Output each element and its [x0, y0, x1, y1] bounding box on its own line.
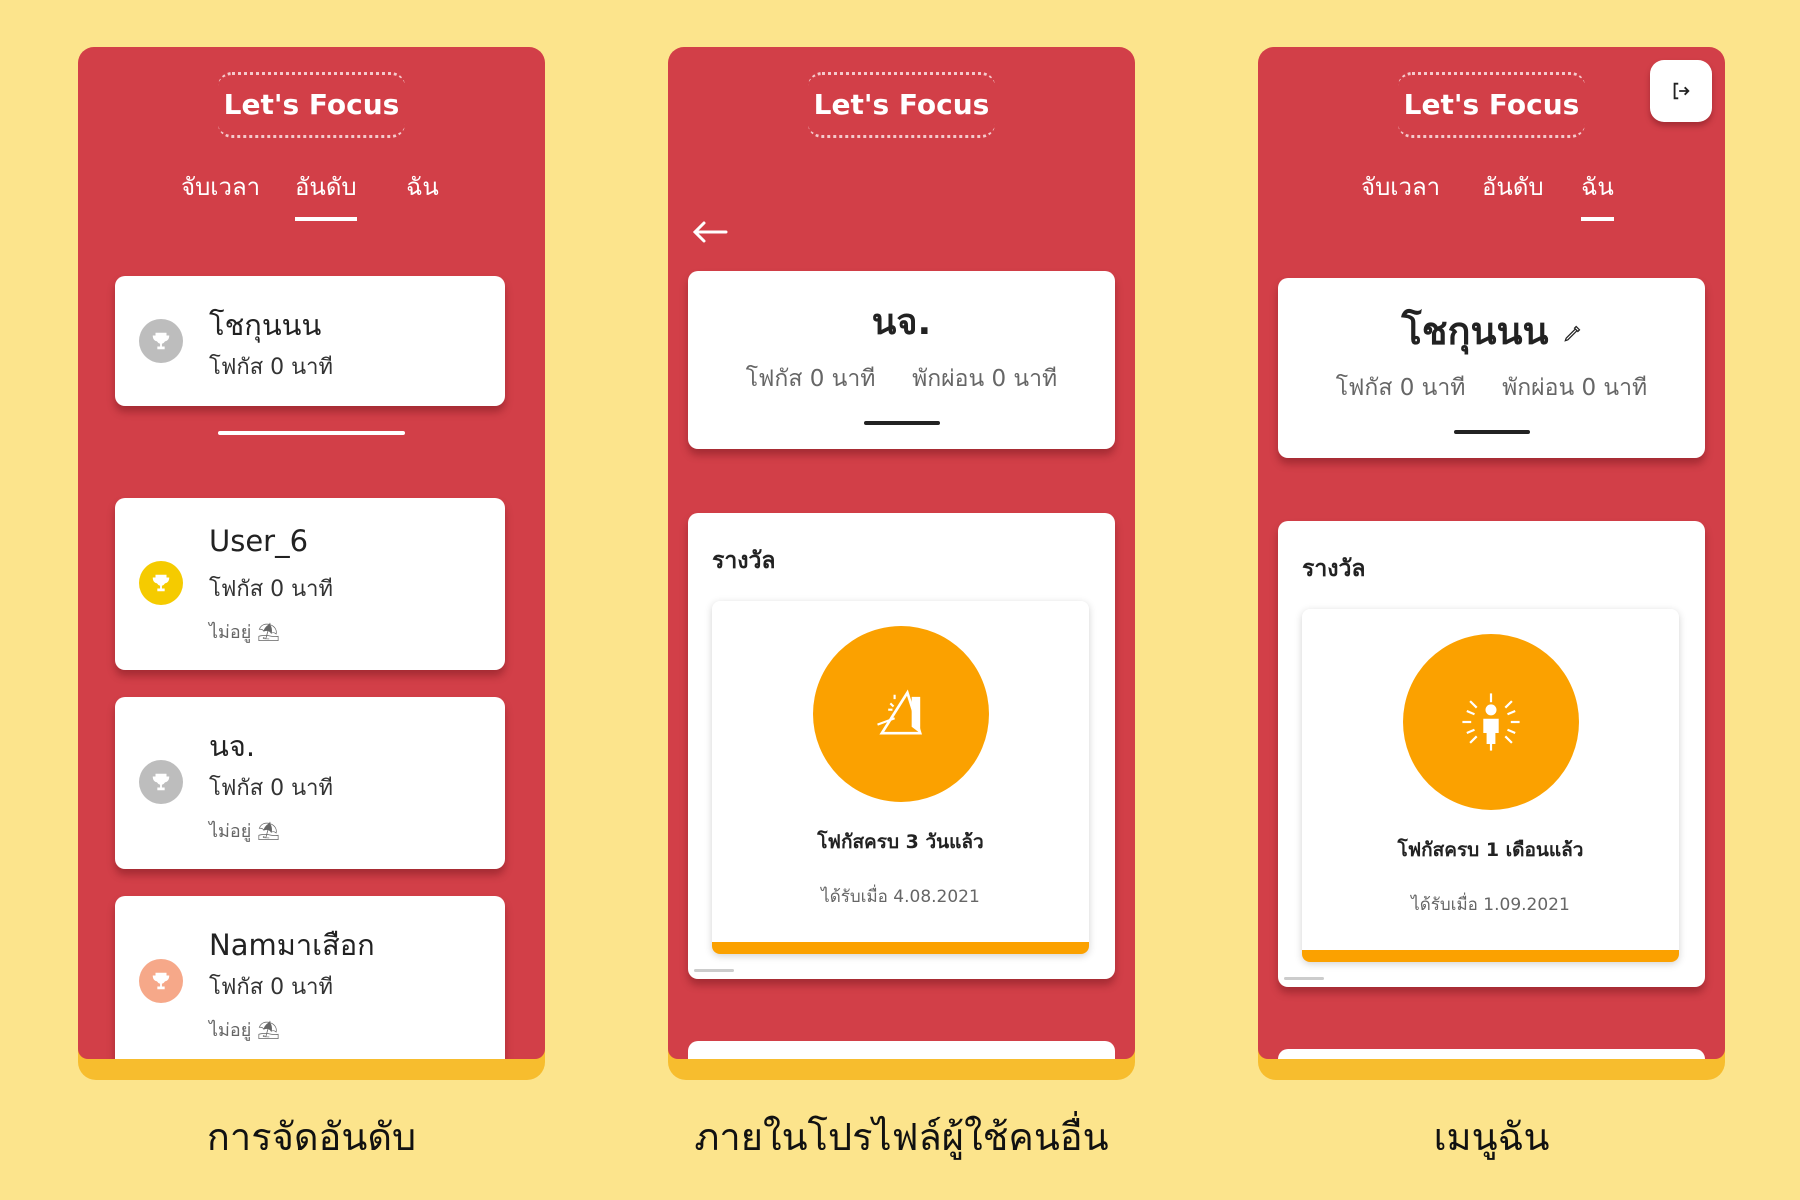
profile-rest: พักผ่อน 0 นาที	[912, 366, 1058, 392]
phone-me: Let's Focus จับเวลา อันดับ ฉัน โชกุนนน โ…	[1258, 47, 1725, 1080]
app-screen: Let's Focus จับเวลา อันดับ ฉัน โชกุนนน โ…	[78, 47, 545, 1059]
profile-name: โชกุนนน	[1401, 309, 1549, 353]
app-logo: Let's Focus	[808, 72, 995, 138]
next-card	[1278, 1049, 1705, 1059]
user-status: ไม่อยู่ ⛱	[209, 821, 280, 842]
badge-strip	[712, 942, 1089, 954]
prism-icon	[813, 626, 989, 802]
user-focus-time: โฟกัส 0 นาที	[209, 355, 334, 380]
user-status: ไม่อยู่ ⛱	[209, 622, 280, 643]
user-name: นจ.	[209, 729, 256, 763]
profile-underline	[864, 421, 940, 425]
tab-me[interactable]: ฉัน	[406, 167, 439, 217]
badge-title: โฟกัสครบ 3 วันแล้ว	[817, 831, 984, 853]
logout-icon	[1673, 82, 1690, 100]
caption-ranking: การจัดอันดับ	[206, 1115, 417, 1159]
logout-button[interactable]	[1650, 60, 1712, 122]
profile-stats: โฟกัส 0 นาที พักผ่อน 0 นาที	[1278, 370, 1705, 406]
profile-card: นจ. โฟกัส 0 นาที พักผ่อน 0 นาที	[688, 271, 1115, 449]
rewards-title: รางวัล	[712, 548, 776, 574]
caption-other-profile: ภายในโปรไฟล์ผู้ใช้คนอื่น	[694, 1115, 1109, 1159]
phone-other-profile: Let's Focus นจ. โฟกัส 0 นาที พักผ่อน 0 น…	[668, 47, 1135, 1080]
user-focus-time: โฟกัส 0 นาที	[209, 577, 334, 602]
trophy-icon	[139, 319, 183, 363]
profile-stats: โฟกัส 0 นาที พักผ่อน 0 นาที	[688, 361, 1115, 397]
badge-title: โฟกัสครบ 1 เดือนแล้ว	[1397, 839, 1584, 861]
app-screen: Let's Focus จับเวลา อันดับ ฉัน โชกุนนน โ…	[1258, 47, 1725, 1059]
user-focus-time: โฟกัส 0 นาที	[209, 975, 334, 1000]
leaderboard-row[interactable]: User_6 โฟกัส 0 นาที ไม่อยู่ ⛱	[115, 498, 505, 670]
profile-focus: โฟกัส 0 นาที	[1335, 375, 1466, 401]
user-name: โชกุนนน	[209, 308, 322, 342]
profile-name: นจ.	[871, 302, 932, 343]
section-divider	[218, 431, 405, 435]
tab-bar: จับเวลา อันดับ ฉัน	[1258, 167, 1725, 227]
user-name: Namมาเสือก	[209, 928, 375, 962]
my-rank-card[interactable]: โชกุนนน โฟกัส 0 นาที	[115, 276, 505, 406]
profile-card: โชกุนนน โฟกัส 0 นาที พักผ่อน 0 นาที	[1278, 278, 1705, 458]
badge-date: ได้รับเมื่อ 1.09.2021	[1411, 895, 1570, 915]
badge-date: ได้รับเมื่อ 4.08.2021	[821, 887, 980, 907]
scrollbar[interactable]	[694, 969, 734, 972]
profile-underline	[1454, 430, 1530, 434]
rewards-card: รางวัล โฟกัสครบ 3 วันแล้ว ได้รับเมื่อ 4.…	[688, 513, 1115, 979]
caption-me: เมนูฉัน	[1433, 1115, 1550, 1159]
trophy-icon	[139, 959, 183, 1003]
user-status: ไม่อยู่ ⛱	[209, 1020, 280, 1041]
user-focus-time: โฟกัส 0 นาที	[209, 776, 334, 801]
enlightened-person-icon	[1403, 634, 1579, 810]
reward-badge[interactable]: โฟกัสครบ 1 เดือนแล้ว ได้รับเมื่อ 1.09.20…	[1302, 609, 1679, 962]
tab-timer[interactable]: จับเวลา	[181, 167, 260, 217]
tab-bar: จับเวลา อันดับ ฉัน	[78, 167, 545, 227]
app-logo: Let's Focus	[218, 72, 405, 138]
profile-focus: โฟกัส 0 นาที	[745, 366, 876, 392]
tab-me[interactable]: ฉัน	[1581, 167, 1614, 221]
badge-strip	[1302, 950, 1679, 962]
rewards-title: รางวัล	[1302, 556, 1366, 582]
edit-pencil-icon[interactable]	[1562, 324, 1582, 344]
phone-ranking: Let's Focus จับเวลา อันดับ ฉัน โชกุนนน โ…	[78, 47, 545, 1080]
app-logo: Let's Focus	[1398, 72, 1585, 138]
app-screen: Let's Focus นจ. โฟกัส 0 นาที พักผ่อน 0 น…	[668, 47, 1135, 1059]
trophy-icon	[139, 760, 183, 804]
profile-name-row: โชกุนนน	[1278, 300, 1705, 361]
tab-ranking[interactable]: อันดับ	[1482, 167, 1544, 217]
tab-timer[interactable]: จับเวลา	[1361, 167, 1440, 217]
back-arrow-icon[interactable]	[690, 217, 730, 247]
tab-ranking[interactable]: อันดับ	[295, 167, 357, 221]
user-name: User_6	[209, 524, 309, 558]
next-card	[688, 1041, 1115, 1059]
trophy-icon	[139, 561, 183, 605]
leaderboard-row[interactable]: นจ. โฟกัส 0 นาที ไม่อยู่ ⛱	[115, 697, 505, 869]
scrollbar[interactable]	[1284, 977, 1324, 980]
rewards-card: รางวัล โฟกัสครบ 1 เดือนแล้ว ได้รับเมื่อ …	[1278, 521, 1705, 987]
profile-rest: พักผ่อน 0 นาที	[1502, 375, 1648, 401]
reward-badge[interactable]: โฟกัสครบ 3 วันแล้ว ได้รับเมื่อ 4.08.2021	[712, 601, 1089, 954]
leaderboard-row[interactable]: Namมาเสือก โฟกัส 0 นาที ไม่อยู่ ⛱	[115, 896, 505, 1059]
